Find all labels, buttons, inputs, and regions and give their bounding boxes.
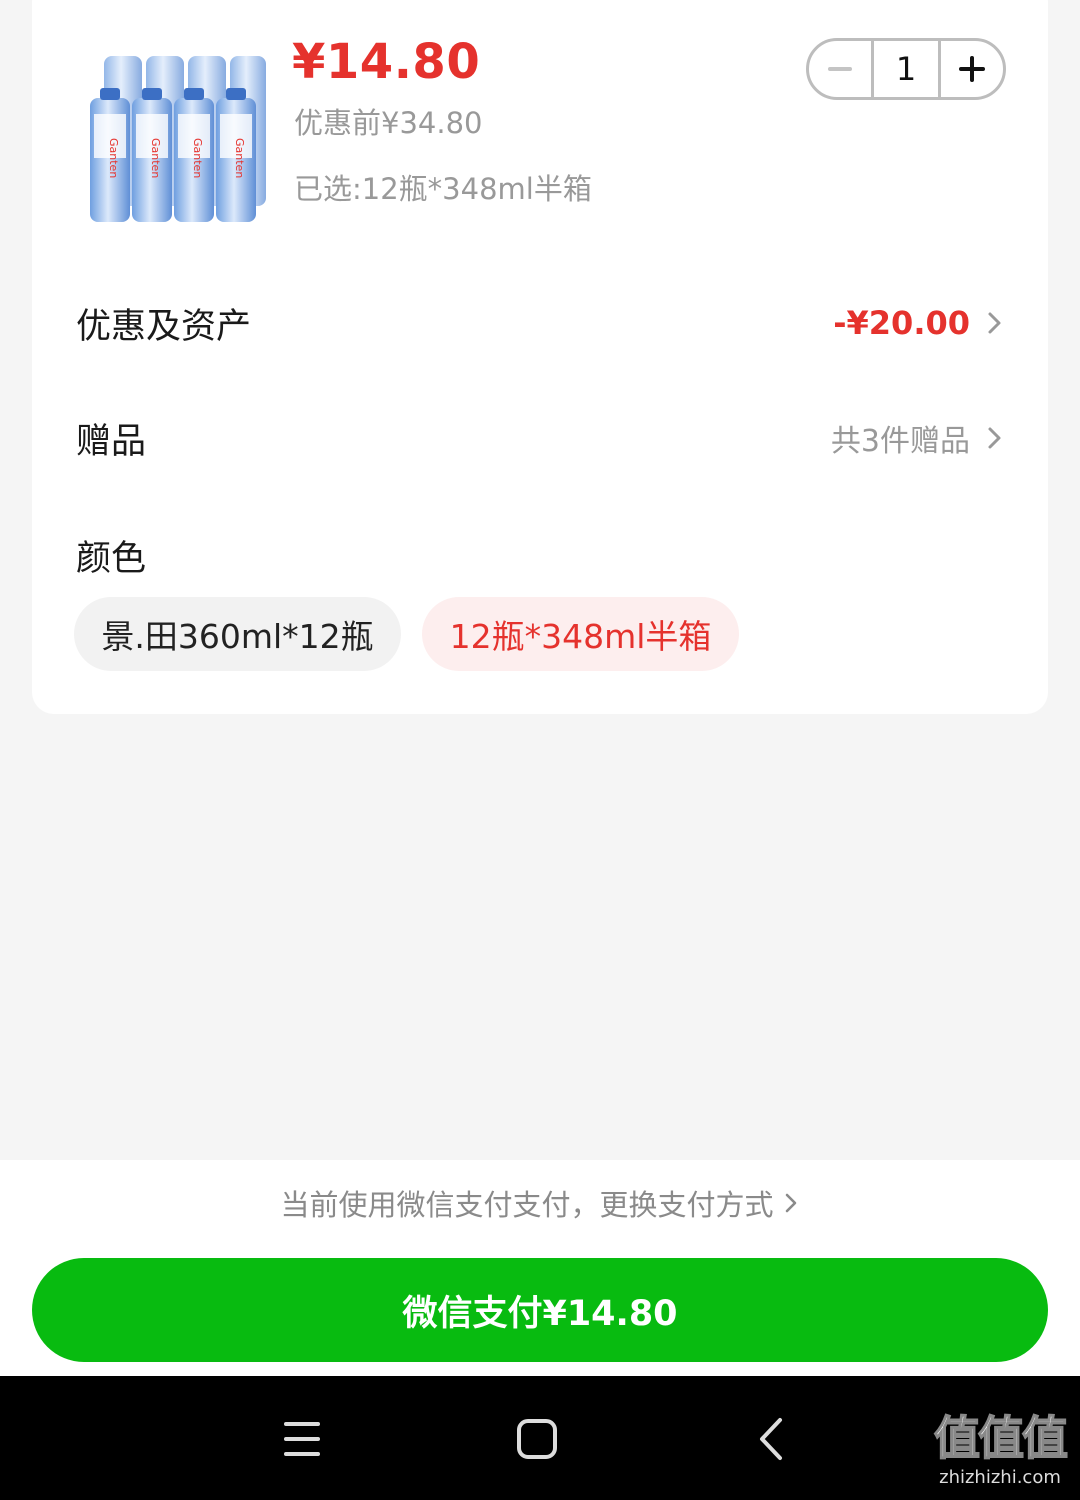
increase-button[interactable]: [941, 41, 1003, 97]
minus-icon: [828, 67, 852, 71]
change-payment-method[interactable]: 当前使用微信支付支付，更换支付方式: [0, 1180, 1080, 1226]
plus-icon: [958, 56, 985, 82]
home-icon[interactable]: [516, 1414, 558, 1464]
color-option-360ml[interactable]: 景.田360ml*12瓶: [74, 597, 401, 671]
recent-apps-icon[interactable]: [282, 1414, 322, 1464]
gifts-label: 赠品: [76, 421, 147, 462]
product-image[interactable]: Ganten Ganten Ganten Ganten: [84, 38, 268, 228]
watermark-logo-text: 值值值: [933, 1410, 1069, 1466]
chevron-right-icon: [988, 427, 1001, 449]
payment-method-text: 当前使用微信支付支付，更换支付方式: [280, 1188, 774, 1222]
svg-text:Ganten: Ganten: [149, 138, 162, 178]
original-price: 优惠前¥34.80: [294, 106, 483, 140]
watermark-logo: 值值值 zhizhizhi.com: [920, 1410, 1080, 1500]
decrease-button[interactable]: [809, 41, 871, 97]
watermark-site: zhizhizhi.com: [939, 1467, 1061, 1488]
selected-spec: 已选:12瓶*348ml半箱: [294, 172, 592, 206]
chevron-right-icon: [988, 312, 1001, 334]
gifts-row[interactable]: 赠品 共3件赠品: [76, 408, 1006, 468]
svg-text:Ganten: Ganten: [191, 138, 204, 178]
discount-label: 优惠及资产: [76, 306, 252, 347]
quantity-value[interactable]: 1: [871, 41, 941, 97]
bottle-logo-text: Ganten: [107, 138, 120, 178]
color-section-title: 颜色: [76, 539, 147, 579]
quantity-stepper: 1: [806, 38, 1006, 100]
color-option-348ml-selected[interactable]: 12瓶*348ml半箱: [422, 597, 739, 671]
svg-text:Ganten: Ganten: [233, 138, 246, 178]
chevron-right-icon: [785, 1193, 796, 1213]
gifts-value: 共3件赠品: [830, 424, 970, 459]
current-price: ¥14.80: [292, 34, 481, 90]
discount-row[interactable]: 优惠及资产 -¥20.00: [76, 293, 1006, 353]
back-icon[interactable]: [756, 1414, 786, 1464]
discount-value: -¥20.00: [833, 304, 970, 342]
wechat-pay-button[interactable]: 微信支付¥14.80: [32, 1258, 1048, 1362]
